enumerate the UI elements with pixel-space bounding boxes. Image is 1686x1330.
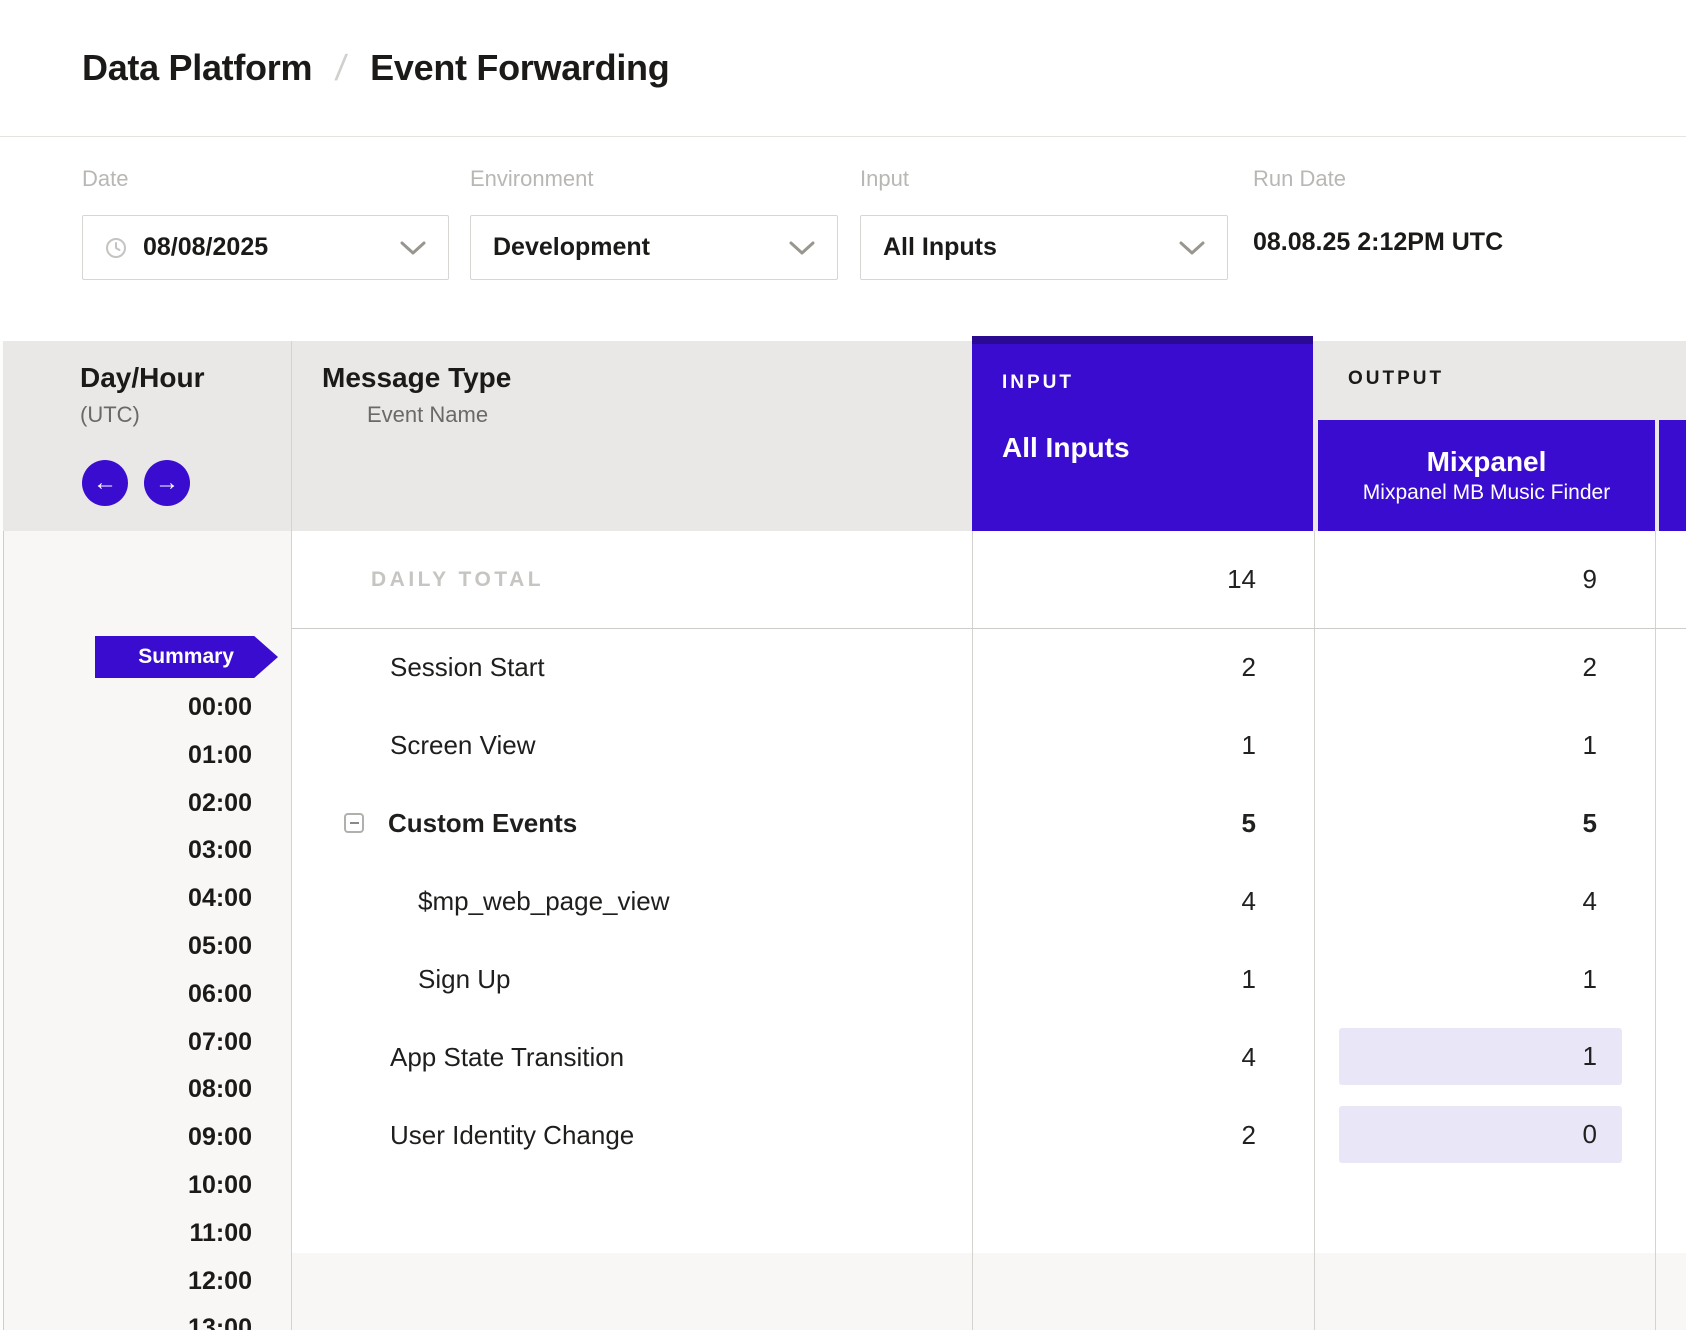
event-row: $mp_web_page_view 4 4 xyxy=(3,862,1686,940)
chevron-down-icon xyxy=(400,241,426,255)
event-name: App State Transition xyxy=(390,1018,624,1096)
event-row: App State Transition 4 1 xyxy=(3,1018,1686,1096)
output-count: 1 xyxy=(1583,940,1597,1018)
event-row: Sign Up 1 1 xyxy=(3,940,1686,1018)
input-count: 4 xyxy=(1242,862,1256,940)
output-count: 2 xyxy=(1583,628,1597,706)
event-forwarding-page: Data Platform / Event Forwarding Date En… xyxy=(0,0,1686,1330)
output-count-highlight[interactable]: 0 xyxy=(1339,1106,1622,1163)
date-dropdown[interactable]: 08/08/2025 xyxy=(82,215,449,280)
event-row: User Identity Change 2 0 xyxy=(3,1096,1686,1174)
output-count: 4 xyxy=(1583,862,1597,940)
event-row: Screen View 1 1 xyxy=(3,706,1686,784)
daily-total-label: DAILY TOTAL xyxy=(371,531,544,628)
date-dropdown-value: 08/08/2025 xyxy=(143,233,268,262)
input-count: 2 xyxy=(1242,1096,1256,1174)
output-column-header-mixpanel[interactable]: Mixpanel Mixpanel MB Music Finder xyxy=(1318,420,1655,531)
output-column-subtitle: Mixpanel MB Music Finder xyxy=(1363,482,1610,503)
environment-dropdown-value: Development xyxy=(493,233,650,262)
arrow-right-icon: → xyxy=(155,469,179,497)
clock-icon xyxy=(105,237,127,259)
message-type-column-title: Message Type xyxy=(322,362,511,394)
breadcrumb: Data Platform / Event Forwarding xyxy=(82,0,669,136)
input-column-accent-strip xyxy=(972,336,1313,344)
environment-dropdown[interactable]: Development xyxy=(470,215,838,280)
date-filter-label: Date xyxy=(82,166,128,192)
input-column-name: All Inputs xyxy=(1002,432,1130,464)
output-count: 5 xyxy=(1583,784,1597,862)
event-name: Session Start xyxy=(390,628,545,706)
environment-filter-label: Environment xyxy=(470,166,594,192)
input-count: 1 xyxy=(1242,706,1256,784)
input-filter-label: Input xyxy=(860,166,909,192)
hour-row-label[interactable]: 13:00 xyxy=(3,1304,252,1330)
chevron-down-icon xyxy=(1179,241,1205,255)
daily-total-output-count: 9 xyxy=(1583,531,1597,628)
top-bar: Data Platform / Event Forwarding xyxy=(0,0,1686,137)
input-count: 1 xyxy=(1242,940,1256,1018)
output-count-highlight[interactable]: 1 xyxy=(1339,1028,1622,1085)
event-name: User Identity Change xyxy=(390,1096,634,1174)
event-name: Screen View xyxy=(390,706,536,784)
run-date-label: Run Date xyxy=(1253,166,1346,192)
input-dropdown[interactable]: All Inputs xyxy=(860,215,1228,280)
hour-next-button[interactable]: → xyxy=(144,460,190,506)
arrow-left-icon: ← xyxy=(93,469,117,497)
hour-prev-button[interactable]: ← xyxy=(82,460,128,506)
output-count: 1 xyxy=(1583,706,1597,784)
hour-row-label[interactable]: 12:00 xyxy=(3,1257,252,1305)
input-count: 4 xyxy=(1242,1018,1256,1096)
event-name: Sign Up xyxy=(418,940,511,1018)
page-title: Event Forwarding xyxy=(370,47,669,89)
input-column-header[interactable]: INPUT All Inputs xyxy=(972,336,1313,531)
input-section-label: INPUT xyxy=(1002,372,1074,394)
breadcrumb-separator: / xyxy=(333,47,349,89)
output-column-name: Mixpanel xyxy=(1427,448,1547,476)
event-name: Custom Events xyxy=(388,784,577,862)
hour-row-label[interactable]: 11:00 xyxy=(3,1209,252,1257)
chevron-down-icon xyxy=(789,241,815,255)
event-name: $mp_web_page_view xyxy=(418,862,670,940)
event-name-column-subtitle: Event Name xyxy=(367,402,488,428)
input-count: 5 xyxy=(1242,784,1256,862)
day-hour-column-title: Day/Hour xyxy=(80,362,204,394)
run-date-value: 08.08.25 2:12PM UTC xyxy=(1253,228,1503,257)
day-hour-column-subtitle: (UTC) xyxy=(80,402,140,428)
input-count: 2 xyxy=(1242,628,1256,706)
event-row: Custom Events 5 5 xyxy=(3,784,1686,862)
output-section-label: OUTPUT xyxy=(1348,368,1444,390)
output-column-header-partial[interactable] xyxy=(1659,420,1686,531)
event-row: Session Start 2 2 xyxy=(3,628,1686,706)
minus-square-icon[interactable] xyxy=(344,813,364,833)
output-count: 1 xyxy=(1339,1028,1622,1085)
output-count: 0 xyxy=(1339,1106,1622,1163)
breadcrumb-section[interactable]: Data Platform xyxy=(82,47,312,89)
daily-total-input-count: 14 xyxy=(1227,531,1256,628)
input-dropdown-value: All Inputs xyxy=(883,233,997,262)
